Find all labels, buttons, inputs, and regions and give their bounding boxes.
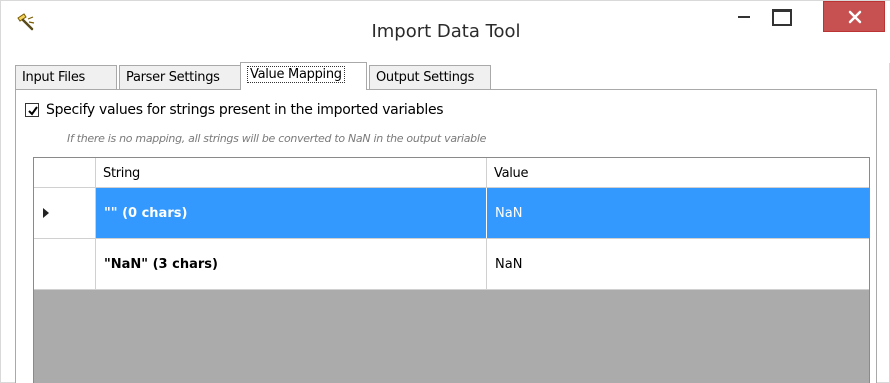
tab-input-files[interactable]: Input Files (15, 65, 117, 89)
grid-corner-cell[interactable] (34, 158, 96, 188)
row-header[interactable] (34, 239, 96, 289)
string-cell[interactable]: "" (0 chars) (96, 188, 487, 238)
title-bar[interactable]: Import Data Tool (1, 1, 890, 63)
column-header-value[interactable]: Value (487, 158, 869, 188)
mapping-hint: If there is no mapping, all strings will… (67, 132, 487, 145)
column-header-string[interactable]: String (96, 158, 487, 188)
minimize-button[interactable] (727, 1, 761, 31)
string-value-grid[interactable]: String Value "" (0 chars) NaN "NaN" (3 c… (33, 157, 870, 383)
tab-output-settings[interactable]: Output Settings (369, 65, 491, 89)
value-cell[interactable]: NaN (487, 188, 869, 238)
table-row[interactable]: "" (0 chars) NaN (34, 188, 869, 239)
close-icon (848, 10, 862, 24)
checkmark-icon (28, 106, 38, 116)
row-header[interactable] (34, 188, 96, 238)
table-row[interactable]: "NaN" (3 chars) NaN (34, 239, 869, 290)
grid-header: String Value (34, 158, 869, 188)
specify-values-label[interactable]: Specify values for strings present in th… (46, 102, 444, 118)
value-cell[interactable]: NaN (487, 239, 869, 289)
specify-values-option[interactable]: Specify values for strings present in th… (25, 101, 444, 119)
current-row-arrow-icon (43, 208, 49, 218)
close-button[interactable] (823, 1, 885, 32)
tab-value-mapping[interactable]: Value Mapping (240, 62, 367, 90)
tab-parser-settings[interactable]: Parser Settings (119, 65, 241, 89)
import-data-tool-window: Import Data Tool Input Files Parser Sett… (0, 0, 890, 383)
string-cell[interactable]: "NaN" (3 chars) (96, 239, 487, 289)
specify-values-checkbox[interactable] (25, 103, 39, 117)
maximize-button[interactable] (763, 1, 797, 31)
